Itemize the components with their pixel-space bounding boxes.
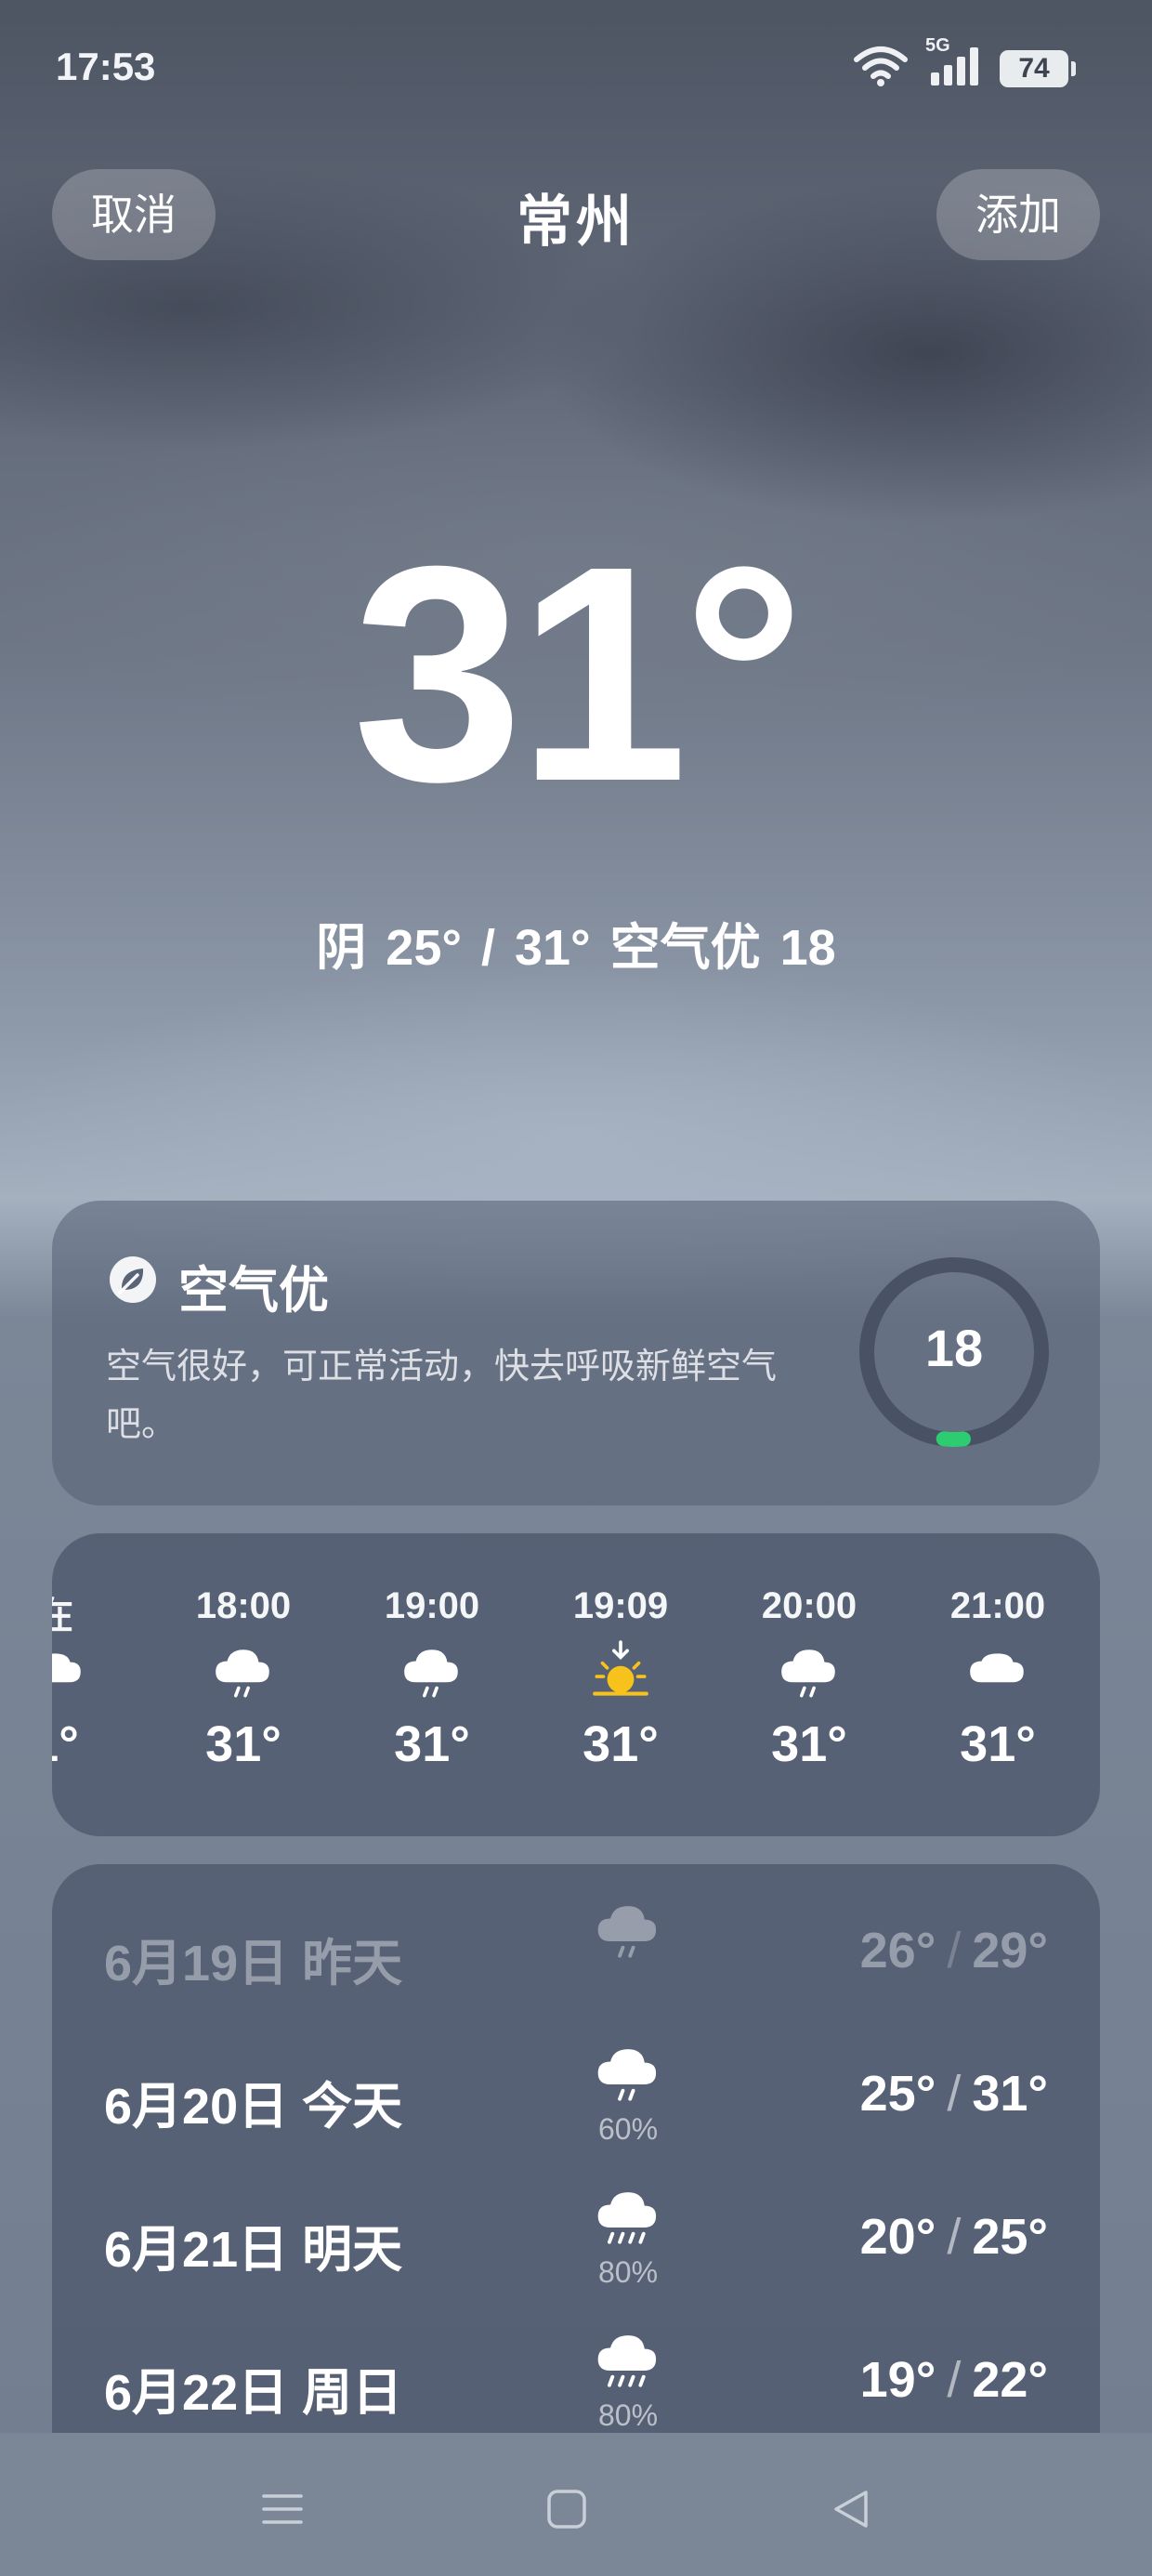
daily-forecast-row[interactable]: 6月21日 明天 80% 20°/25° bbox=[52, 2169, 1100, 2308]
sunset-icon bbox=[537, 1632, 704, 1715]
leaf-icon bbox=[108, 1255, 158, 1317]
daily-forecast-row[interactable]: 6月20日 今天 60% 25°/31° bbox=[52, 2026, 1100, 2165]
hour-time: 19:09 bbox=[572, 1585, 669, 1626]
network-type-label: 5G bbox=[925, 35, 950, 56]
daily-forecast-row[interactable]: 6月22日 周日 80% 19°/22° bbox=[52, 2312, 1100, 2433]
precipitation-chance: 80% bbox=[597, 2255, 659, 2289]
rain-icon bbox=[160, 1632, 327, 1715]
rain-icon bbox=[726, 1632, 893, 1715]
add-city-button[interactable]: 添加 bbox=[936, 169, 1100, 260]
hour-temperature: 1° bbox=[52, 1716, 79, 1772]
air-quality-card[interactable]: 空气优 空气很好，可正常活动，快去呼吸新鲜空气吧。 18 bbox=[52, 1201, 1100, 1505]
day-date: 6月21日 明天 bbox=[104, 2222, 403, 2278]
day-low: 20° bbox=[859, 2209, 936, 2265]
day-low: 25° bbox=[859, 2066, 936, 2122]
hour-time: 21:00 bbox=[949, 1585, 1046, 1626]
hour-time: 20:00 bbox=[761, 1585, 857, 1626]
home-nav-button[interactable] bbox=[530, 2472, 604, 2546]
aqi-heading: 空气优 bbox=[108, 1249, 329, 1322]
hourly-item: 19:09 31° bbox=[537, 1585, 704, 1773]
menu-icon bbox=[262, 2494, 303, 2524]
hour-temperature: 31° bbox=[205, 1716, 281, 1772]
day-high: 25° bbox=[972, 2209, 1048, 2265]
hour-temperature: 31° bbox=[771, 1716, 847, 1772]
navigation-bar bbox=[0, 2433, 1152, 2576]
day-low: 26° bbox=[859, 1923, 936, 1978]
daily-forecast-card[interactable]: 6月19日 昨天 26°/29° 6月20日 今天 60% 25°/31° 6月21日 明… bbox=[52, 1864, 1100, 2433]
back-nav-button[interactable] bbox=[814, 2472, 888, 2546]
current-temperature: 31° bbox=[352, 502, 805, 845]
day-date: 6月22日 周日 bbox=[104, 2365, 403, 2421]
wifi-icon bbox=[853, 45, 909, 92]
aqi-description: 空气很好，可正常活动，快去呼吸新鲜空气吧。 bbox=[106, 1347, 778, 1444]
aqi-title: 空气优 bbox=[178, 1263, 329, 1319]
cloudy-icon bbox=[52, 1632, 138, 1715]
hourly-item: 20:00 31° bbox=[726, 1585, 893, 1773]
precipitation-chance: 60% bbox=[597, 2112, 659, 2146]
aqi-gauge: 18 bbox=[857, 1255, 1052, 1450]
day-temperature-range: 26°/29° bbox=[860, 1922, 1048, 1979]
rain-icon bbox=[348, 1632, 516, 1715]
weather-summary: 阴 25° / 31° 空气优 18 bbox=[316, 920, 836, 976]
temp-separator: / bbox=[947, 2066, 962, 2122]
day-temperature-range: 20°/25° bbox=[860, 2208, 1048, 2266]
status-bar: 17:53 5G 74 bbox=[0, 0, 1152, 130]
home-square-icon bbox=[547, 2490, 586, 2529]
hour-temperature: 31° bbox=[394, 1716, 470, 1772]
day-temperature-range: 25°/31° bbox=[860, 2065, 1048, 2123]
hourly-forecast-card[interactable]: 在1°18:0031°19:0031°19:0931°20:0031°21:00… bbox=[52, 1533, 1100, 1836]
precipitation-chance: 80% bbox=[597, 2399, 659, 2432]
status-icons: 5G 74 bbox=[853, 35, 1076, 92]
back-triangle-icon bbox=[834, 2491, 868, 2528]
day-high: 29° bbox=[972, 1923, 1048, 1978]
temp-separator: / bbox=[947, 2209, 962, 2265]
heavy-rain-icon bbox=[591, 2325, 665, 2402]
hour-temperature: 31° bbox=[583, 1716, 659, 1772]
day-high: 31° bbox=[972, 2066, 1048, 2122]
hourly-item: 在 1° bbox=[52, 1585, 138, 1773]
day-date: 6月19日 昨天 bbox=[104, 1936, 403, 1991]
cloudy-icon bbox=[914, 1632, 1081, 1715]
rain-icon bbox=[591, 1896, 665, 1973]
cellular-signal-icon: 5G bbox=[925, 35, 983, 92]
day-temperature-range: 19°/22° bbox=[860, 2351, 1048, 2409]
heavy-rain-icon bbox=[591, 2182, 665, 2259]
day-high: 22° bbox=[972, 2352, 1048, 2408]
hour-temperature: 31° bbox=[960, 1716, 1036, 1772]
day-date: 6月20日 今天 bbox=[104, 2079, 403, 2135]
temp-separator: / bbox=[947, 1923, 962, 1978]
status-time: 17:53 bbox=[56, 45, 156, 88]
hourly-item: 18:00 31° bbox=[160, 1585, 327, 1773]
battery-indicator: 74 bbox=[1000, 49, 1076, 87]
daily-forecast-row[interactable]: 6月19日 昨天 26°/29° bbox=[52, 1883, 1100, 2022]
hour-time: 18:00 bbox=[195, 1585, 292, 1626]
day-low: 19° bbox=[859, 2352, 936, 2408]
menu-nav-button[interactable] bbox=[245, 2472, 320, 2546]
header: 取消 常州 添加 bbox=[0, 169, 1152, 260]
hourly-item: 21:00 31° bbox=[914, 1585, 1081, 1773]
temp-separator: / bbox=[947, 2352, 962, 2408]
hourly-item: 19:00 31° bbox=[348, 1585, 516, 1773]
aqi-value: 18 bbox=[925, 1319, 983, 1377]
rain-icon bbox=[591, 2039, 665, 2116]
hour-time: 19:00 bbox=[384, 1585, 480, 1626]
hour-time: 在 bbox=[52, 1596, 73, 1636]
